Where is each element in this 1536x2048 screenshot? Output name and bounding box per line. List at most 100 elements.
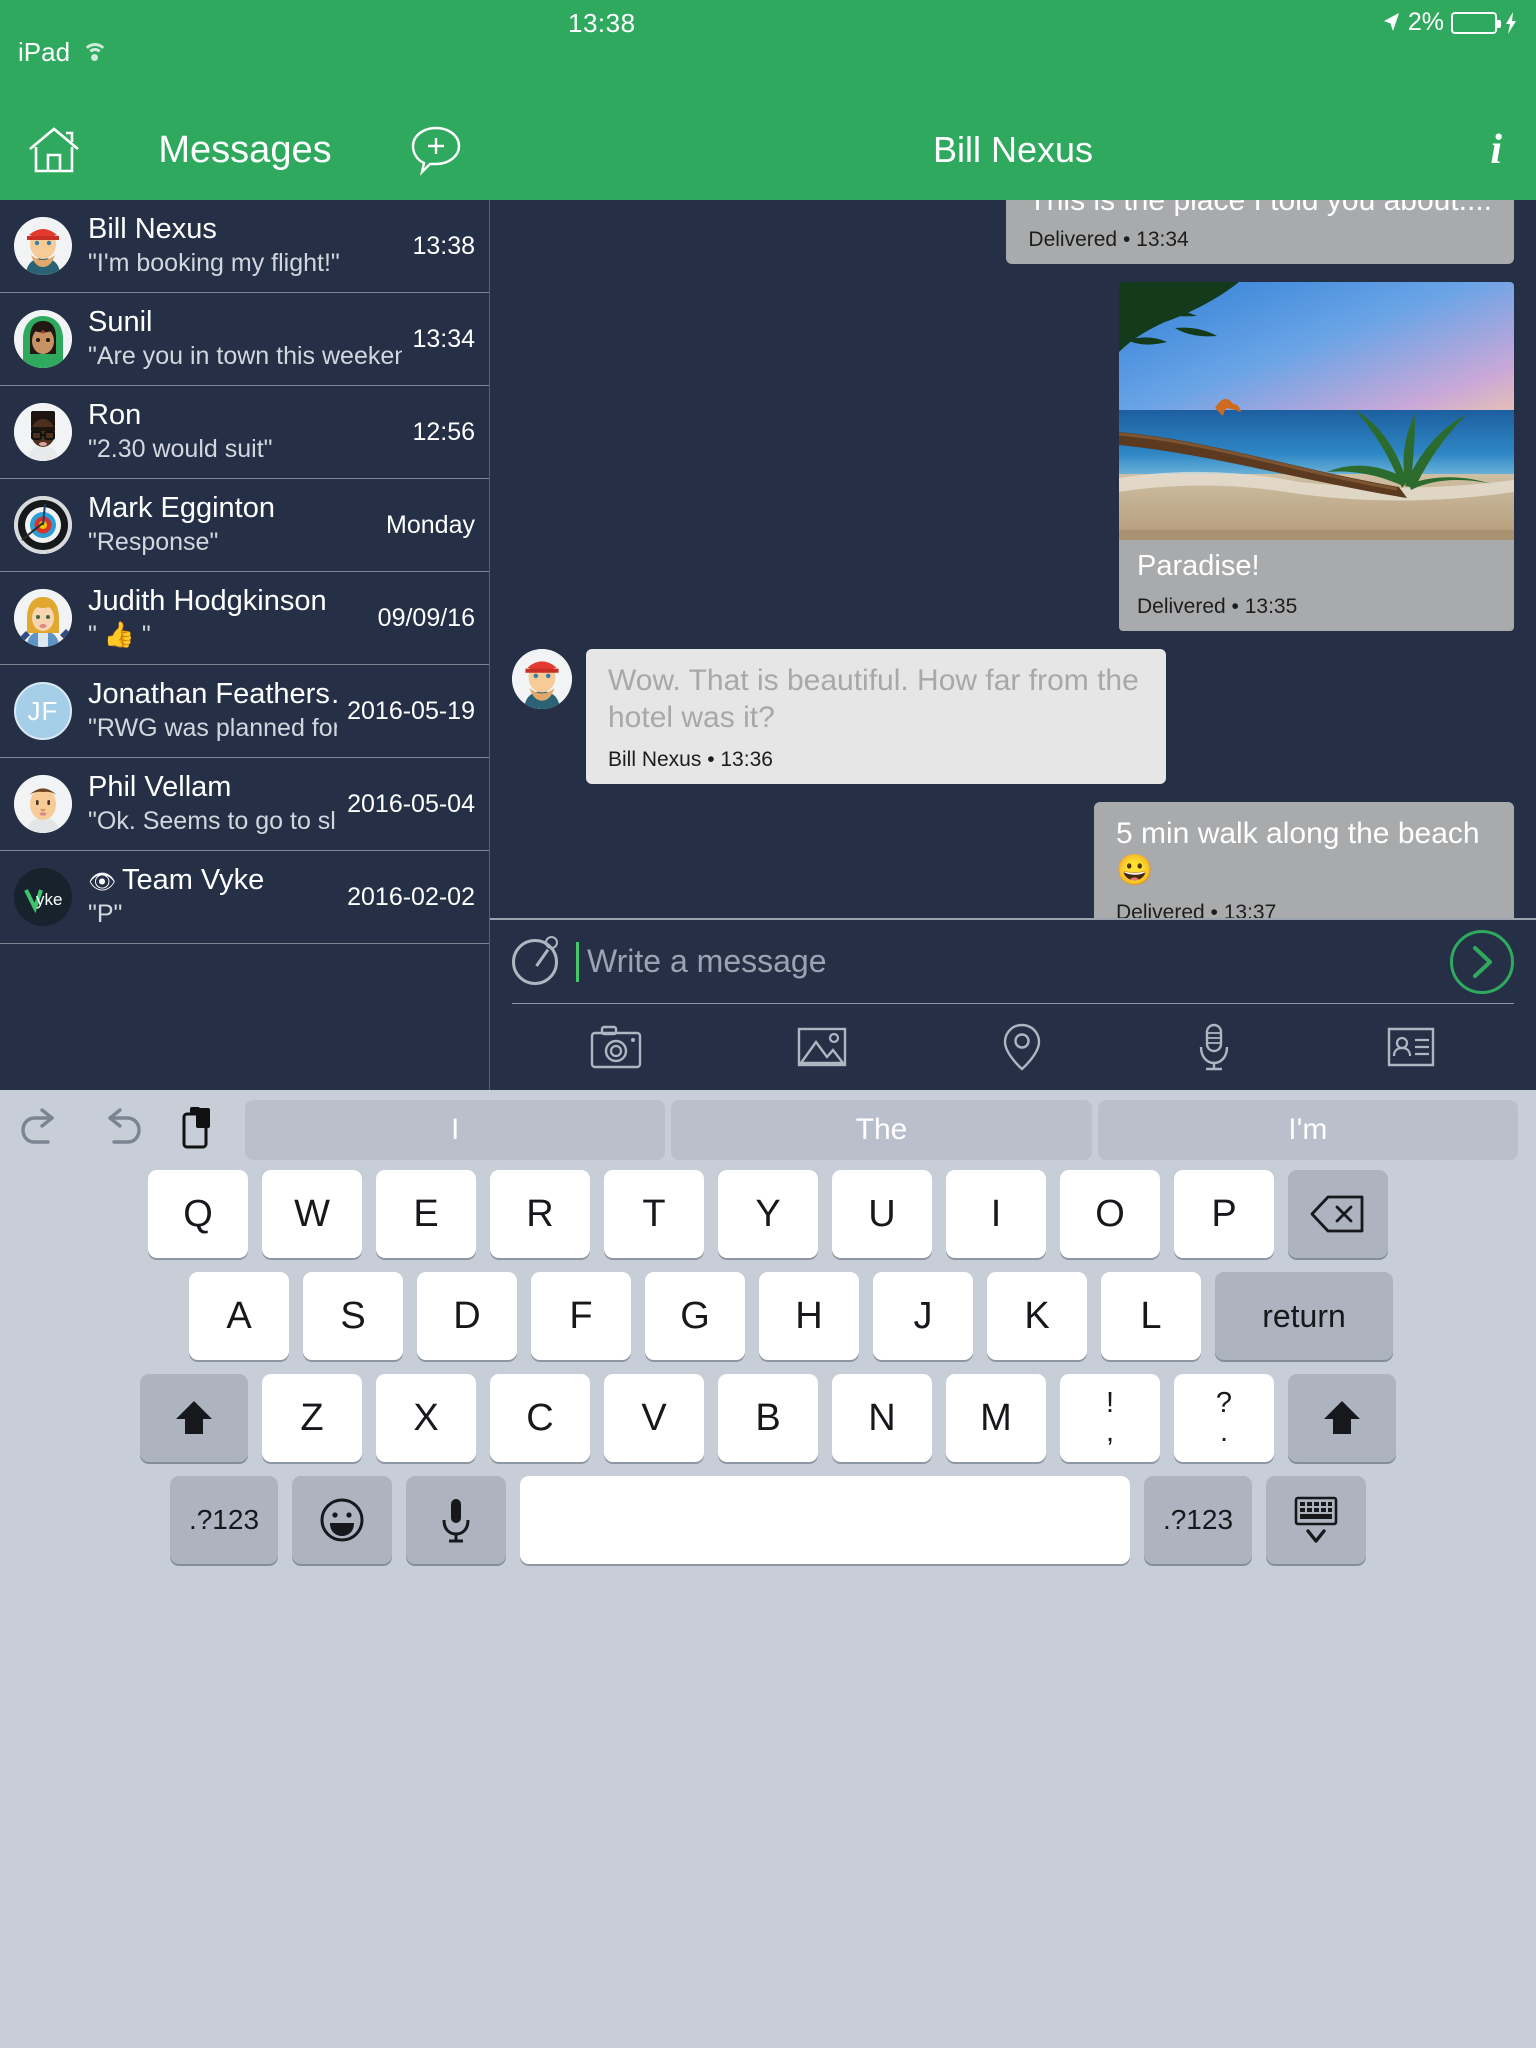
conversation-name: Phil Vellam xyxy=(88,772,232,804)
send-chevron-icon xyxy=(1473,945,1492,978)
message-meta: Delivered • 13:35 xyxy=(1137,595,1298,618)
info-icon[interactable]: i xyxy=(1490,126,1502,174)
message-row[interactable]: Paradise! Delivered • 13:35 xyxy=(512,282,1514,631)
shift-key-right[interactable] xyxy=(1288,1374,1396,1462)
key-r[interactable]: R xyxy=(490,1170,590,1258)
key-e[interactable]: E xyxy=(376,1170,476,1258)
send-button[interactable] xyxy=(1450,929,1514,994)
key-a[interactable]: A xyxy=(189,1272,289,1360)
key-f[interactable]: F xyxy=(531,1272,631,1360)
message-input[interactable]: Write a message xyxy=(587,943,1450,980)
main-body: Bill Nexus "I'm booking my flight!" 13:3… xyxy=(0,200,1536,1090)
camera-icon[interactable] xyxy=(589,1024,643,1070)
key-c[interactable]: C xyxy=(490,1374,590,1462)
conversation-row-judith-hodgkinson[interactable]: Judith Hodgkinson " 👍 " 09/09/16 xyxy=(0,572,489,665)
key-l[interactable]: L xyxy=(1101,1272,1201,1360)
key-d[interactable]: D xyxy=(417,1272,517,1360)
self-destruct-timer-icon[interactable] xyxy=(512,935,558,985)
conversation-preview: "2.30 would suit" xyxy=(88,434,273,463)
conversation-row-bill-nexus[interactable]: Bill Nexus "I'm booking my flight!" 13:3… xyxy=(0,200,489,293)
key-x[interactable]: X xyxy=(376,1374,476,1462)
return-key[interactable]: return xyxy=(1215,1272,1393,1360)
redo-icon[interactable] xyxy=(98,1107,144,1154)
keyboard-row-4: .?123 .?123 xyxy=(0,1476,1536,1564)
conversation-text: Phil Vellam "Ok. Seems to go to slee… xyxy=(88,772,337,835)
conversation-title: Bill Nexus xyxy=(932,129,1094,170)
keyboard-action-icons xyxy=(18,1105,233,1156)
new-message-icon[interactable] xyxy=(408,122,464,178)
avatar xyxy=(14,775,72,833)
key-t[interactable]: T xyxy=(604,1170,704,1258)
message-row[interactable]: 5 min walk along the beach 😀 Delivered •… xyxy=(512,802,1514,918)
key-m[interactable]: M xyxy=(946,1374,1046,1462)
key-q[interactable]: Q xyxy=(148,1170,248,1258)
undo-icon[interactable] xyxy=(18,1107,64,1154)
keyboard-suggestion-bar: I The I'm xyxy=(0,1090,1536,1170)
key-g[interactable]: G xyxy=(645,1272,745,1360)
conversation-row-ron[interactable]: Ron "2.30 would suit" 12:56 xyxy=(0,386,489,479)
row-spacer xyxy=(131,1272,175,1360)
message-list[interactable]: This is the place I told you about.... D… xyxy=(490,200,1536,918)
photo-library-icon[interactable] xyxy=(796,1025,848,1069)
photo-attachment[interactable] xyxy=(1119,282,1514,540)
key-y[interactable]: Y xyxy=(718,1170,818,1258)
message-bubble-outgoing[interactable]: This is the place I told you about.... D… xyxy=(1006,200,1514,264)
conversation-row-jonathan-feathers[interactable]: JF Jonathan Feathers… "RWG was planned f… xyxy=(0,665,489,758)
home-icon[interactable] xyxy=(26,125,82,175)
key-b[interactable]: B xyxy=(718,1374,818,1462)
space-key[interactable] xyxy=(520,1476,1130,1564)
paste-icon[interactable] xyxy=(178,1105,218,1156)
conversation-row-mark-egginton[interactable]: Mark Egginton "Response" Monday xyxy=(0,479,489,572)
key-j[interactable]: J xyxy=(873,1272,973,1360)
key-h[interactable]: H xyxy=(759,1272,859,1360)
key-p[interactable]: P xyxy=(1174,1170,1274,1258)
suggestion-chip[interactable]: The xyxy=(671,1100,1092,1160)
key-n[interactable]: N xyxy=(832,1374,932,1462)
keyboard-suggestions: I The I'm xyxy=(233,1100,1518,1160)
key-z[interactable]: Z xyxy=(262,1374,362,1462)
shift-key-left[interactable] xyxy=(140,1374,248,1462)
backspace-icon[interactable] xyxy=(1288,1170,1388,1258)
conversation-name: Ron xyxy=(88,400,142,432)
svg-text:yke: yke xyxy=(36,890,62,909)
key-s[interactable]: S xyxy=(303,1272,403,1360)
message-bubble-photo[interactable]: Paradise! Delivered • 13:35 xyxy=(1119,282,1514,631)
microphone-icon[interactable] xyxy=(1196,1022,1232,1072)
message-bubble-outgoing[interactable]: 5 min walk along the beach 😀 Delivered •… xyxy=(1094,802,1514,918)
key-exclamation-comma[interactable]: ! , xyxy=(1060,1374,1160,1462)
conversation-row-phil-vellam[interactable]: Phil Vellam "Ok. Seems to go to slee… 20… xyxy=(0,758,489,851)
location-pin-icon[interactable] xyxy=(1002,1022,1042,1072)
key-o[interactable]: O xyxy=(1060,1170,1160,1258)
hide-keyboard-icon[interactable] xyxy=(1266,1476,1366,1564)
key-u[interactable]: U xyxy=(832,1170,932,1258)
conversation-name: Judith Hodgkinson xyxy=(88,586,327,618)
conversation-name: Jonathan Feathers… xyxy=(88,679,338,711)
eye-icon: 👁 xyxy=(88,869,116,895)
man-glasses-avatar-icon xyxy=(14,403,72,461)
key-question-period[interactable]: ? . xyxy=(1174,1374,1274,1462)
dictation-microphone-icon[interactable] xyxy=(406,1476,506,1564)
suggestion-chip[interactable]: I xyxy=(245,1100,666,1160)
suggestion-chip[interactable]: I'm xyxy=(1097,1100,1518,1160)
key-i[interactable]: I xyxy=(946,1170,1046,1258)
shift-icon xyxy=(176,1401,212,1434)
key-k[interactable]: K xyxy=(987,1272,1087,1360)
emoji-icon[interactable] xyxy=(292,1476,392,1564)
onscreen-keyboard[interactable]: I The I'm Q W E R T Y U I O P A S D F G … xyxy=(0,1090,1536,2048)
message-row[interactable]: This is the place I told you about.... D… xyxy=(512,200,1514,264)
message-row[interactable]: Wow. That is beautiful. How far from the… xyxy=(512,649,1514,785)
key-w[interactable]: W xyxy=(262,1170,362,1258)
numeric-key-left[interactable]: .?123 xyxy=(170,1476,278,1564)
conversation-row-sunil[interactable]: Sunil "Are you in town this weekend… 13:… xyxy=(0,293,489,386)
numeric-key-right[interactable]: .?123 xyxy=(1144,1476,1252,1564)
message-bubble-incoming[interactable]: Wow. That is beautiful. How far from the… xyxy=(586,649,1166,785)
conversation-time: Monday xyxy=(386,510,475,539)
conversation-preview: "I'm booking my flight!" xyxy=(88,248,340,277)
battery-percent: 2% xyxy=(1407,8,1444,36)
conversation-row-team-vyke[interactable]: yke 👁 Team Vyke "P" 2016-02-02 xyxy=(0,851,489,944)
conversation-preview: "Are you in town this weekend… xyxy=(88,341,402,370)
conversation-list[interactable]: Bill Nexus "I'm booking my flight!" 13:3… xyxy=(0,200,490,1090)
composer-input-row[interactable]: Write a message xyxy=(512,920,1514,1004)
key-v[interactable]: V xyxy=(604,1374,704,1462)
contact-card-icon[interactable] xyxy=(1385,1025,1437,1069)
